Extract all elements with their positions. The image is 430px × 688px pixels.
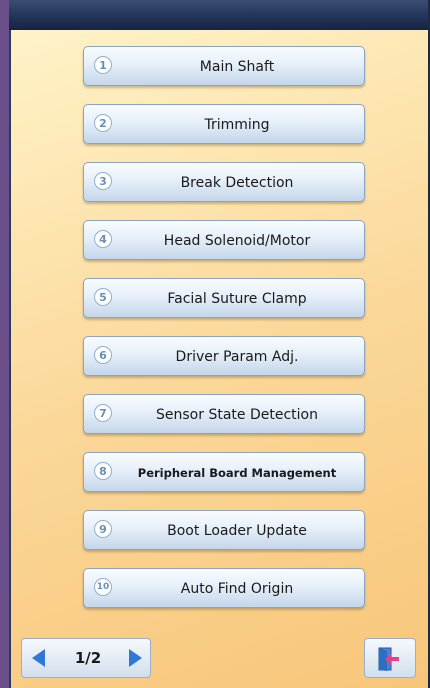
number-badge: 9 [94,520,112,538]
number-badge: 1 [94,56,112,74]
menu-item-boot-loader-update[interactable]: 9 Boot Loader Update [83,510,365,550]
menu-item-label: Peripheral Board Management [137,466,337,480]
menu-item-label: Trimming [204,117,270,133]
title-bar [9,0,428,32]
menu-item-break-detection[interactable]: 3 Break Detection [83,162,365,202]
menu-item-label: Head Solenoid/Motor [163,233,311,249]
exit-door-icon [378,647,399,671]
number-badge: 7 [94,404,112,422]
page-navigator: 1/2 [21,638,151,678]
number-badge: 2 [94,114,112,132]
main-panel: 1 Main Shaft 2 Trimming 3 Break Detectio… [9,30,428,688]
page-indicator: 1/2 [74,649,102,667]
number-badge: 4 [94,230,112,248]
number-badge: 3 [94,172,112,190]
menu-item-trimming[interactable]: 2 Trimming [83,104,365,144]
menu-item-label: Facial Suture Clamp [167,291,307,307]
menu-item-label: Main Shaft [199,59,275,75]
exit-button[interactable] [364,638,416,678]
number-badge: 6 [94,346,112,364]
number-badge: 5 [94,288,112,306]
menu-item-main-shaft[interactable]: 1 Main Shaft [83,46,365,86]
menu-item-label: Auto Find Origin [180,581,294,597]
menu-item-auto-find-origin[interactable]: 10 Auto Find Origin [83,568,365,608]
menu-item-sensor-state-detection[interactable]: 7 Sensor State Detection [83,394,365,434]
number-badge: 8 [94,462,112,480]
left-arrow-icon[interactable] [32,649,45,667]
menu-item-peripheral-board-management[interactable]: 8 Peripheral Board Management [83,452,365,492]
menu-item-label: Break Detection [180,175,294,191]
menu-item-driver-param-adj[interactable]: 6 Driver Param Adj. [83,336,365,376]
menu-item-label: Sensor State Detection [156,407,318,423]
number-badge: 10 [94,578,112,596]
menu-item-label: Boot Loader Update [167,523,307,539]
menu-item-label: Driver Param Adj. [175,349,299,365]
menu-item-facial-suture-clamp[interactable]: 5 Facial Suture Clamp [83,278,365,318]
menu-item-head-solenoid-motor[interactable]: 4 Head Solenoid/Motor [83,220,365,260]
right-arrow-icon[interactable] [129,649,142,667]
bottom-bar: 1/2 [9,636,428,688]
